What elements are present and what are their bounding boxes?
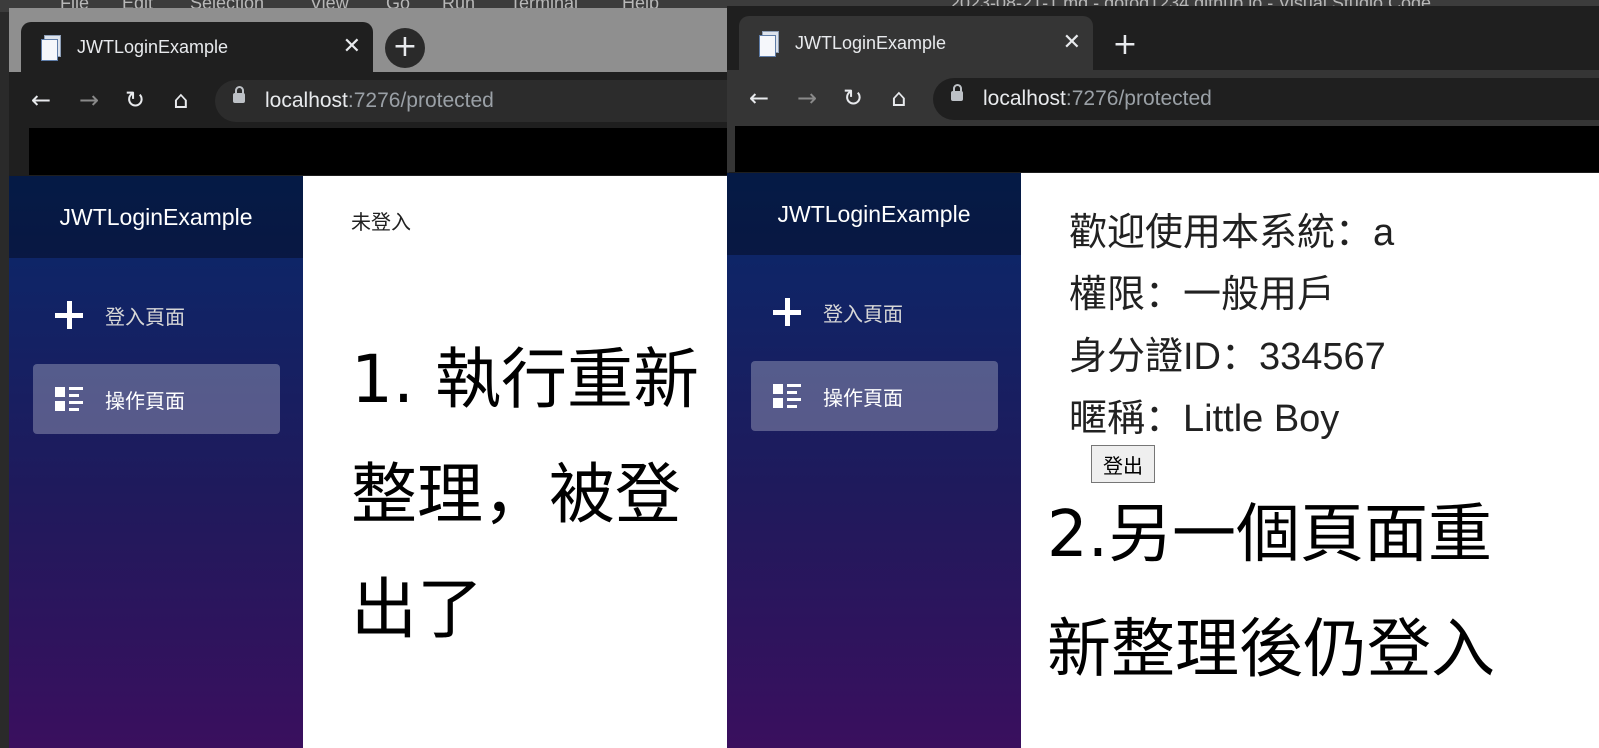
bookmarks-bar bbox=[727, 126, 1599, 172]
back-icon[interactable]: ← bbox=[25, 84, 57, 116]
bookmarks-bar bbox=[9, 128, 727, 175]
address-url: localhost:7276/protected bbox=[265, 89, 494, 112]
sidebar-item-login[interactable]: 登入頁面 bbox=[33, 280, 280, 350]
annotation-line-3: 出了 bbox=[351, 571, 483, 648]
sidebar-item-login[interactable]: 登入頁面 bbox=[751, 277, 998, 347]
brand-title[interactable]: JWTLoginExample bbox=[9, 176, 303, 258]
lock-icon bbox=[951, 84, 963, 101]
login-status: 未登入 bbox=[351, 210, 411, 234]
browser-tab[interactable]: JWTLoginExample ✕ bbox=[739, 16, 1093, 70]
annotation-line-2: 新整理後仍登入 bbox=[1047, 613, 1495, 687]
list-icon bbox=[55, 385, 83, 413]
list-icon bbox=[773, 382, 801, 410]
tab-title: JWTLoginExample bbox=[795, 32, 947, 53]
sidebar-item-label: 登入頁面 bbox=[823, 301, 903, 326]
role-text: 權限：一般用戶 bbox=[1069, 274, 1336, 316]
sidebar: JWTLoginExample 登入頁面 操作頁面 bbox=[727, 173, 1021, 748]
sidebar-item-label: 操作頁面 bbox=[823, 385, 903, 410]
home-icon[interactable]: ⌂ bbox=[883, 82, 915, 114]
browser-toolbar: ← → ↻ ⌂ localhost:7276/protected bbox=[727, 70, 1599, 126]
plus-icon bbox=[773, 298, 801, 326]
reload-icon[interactable]: ↻ bbox=[119, 84, 151, 116]
annotation-line-2: 整理，被登 bbox=[351, 456, 681, 533]
plus-icon bbox=[55, 301, 83, 329]
back-icon[interactable]: ← bbox=[743, 82, 775, 114]
web-app: JWTLoginExample 登入頁面 操作頁面 歡迎使用本系統：a 權限：一… bbox=[727, 173, 1599, 748]
tab-strip: JWTLoginExample ✕ + bbox=[9, 8, 727, 72]
sidebar-item-label: 操作頁面 bbox=[105, 388, 185, 413]
lock-icon bbox=[233, 86, 245, 103]
brand-title[interactable]: JWTLoginExample bbox=[727, 173, 1021, 255]
main-content: 未登入 1. 執行重新 整理，被登 出了 bbox=[303, 176, 727, 748]
browser-tab[interactable]: JWTLoginExample ✕ bbox=[21, 22, 373, 72]
page-favicon-icon bbox=[41, 35, 63, 61]
sidebar-item-operations[interactable]: 操作頁面 bbox=[751, 361, 998, 431]
address-bar[interactable]: localhost:7276/protected bbox=[215, 80, 727, 122]
tab-title: JWTLoginExample bbox=[77, 36, 229, 57]
sidebar-item-label: 登入頁面 bbox=[105, 304, 185, 329]
nickname-text: 暱稱：Little Boy bbox=[1069, 398, 1340, 440]
id-text: 身分證ID：334567 bbox=[1069, 336, 1386, 378]
web-app: JWTLoginExample 登入頁面 操作頁面 未登入 1. 執行重新 整理… bbox=[9, 176, 727, 748]
home-icon[interactable]: ⌂ bbox=[165, 84, 197, 116]
sidebar-item-operations[interactable]: 操作頁面 bbox=[33, 364, 280, 434]
annotation-line-1: 2.另一個頁面重 bbox=[1047, 498, 1493, 572]
welcome-text: 歡迎使用本系統：a bbox=[1069, 212, 1395, 254]
reload-icon[interactable]: ↻ bbox=[837, 82, 869, 114]
browser-window-right: JWTLoginExample ✕ + ← → ↻ ⌂ localhost:72… bbox=[727, 6, 1599, 748]
page-favicon-icon bbox=[759, 31, 781, 57]
browser-toolbar: ← → ↻ ⌂ localhost:7276/protected bbox=[9, 72, 727, 128]
browser-window-left: JWTLoginExample ✕ + ← → ↻ ⌂ localhost:72… bbox=[9, 8, 727, 748]
close-tab-icon[interactable]: ✕ bbox=[1063, 32, 1081, 54]
main-content: 歡迎使用本系統：a 權限：一般用戶 身分證ID：334567 暱稱：Little… bbox=[1021, 173, 1599, 748]
tab-strip: JWTLoginExample ✕ + bbox=[727, 6, 1599, 70]
forward-icon[interactable]: → bbox=[73, 84, 105, 116]
background-window-edge bbox=[0, 12, 9, 748]
new-tab-button[interactable]: + bbox=[385, 28, 425, 68]
new-tab-button[interactable]: + bbox=[1105, 26, 1145, 66]
forward-icon[interactable]: → bbox=[791, 82, 823, 114]
sidebar: JWTLoginExample 登入頁面 操作頁面 bbox=[9, 176, 303, 748]
close-tab-icon[interactable]: ✕ bbox=[343, 36, 361, 58]
address-bar[interactable]: localhost:7276/protected bbox=[933, 78, 1599, 120]
address-url: localhost:7276/protected bbox=[983, 87, 1212, 110]
annotation-line-1: 1. 執行重新 bbox=[351, 341, 699, 418]
